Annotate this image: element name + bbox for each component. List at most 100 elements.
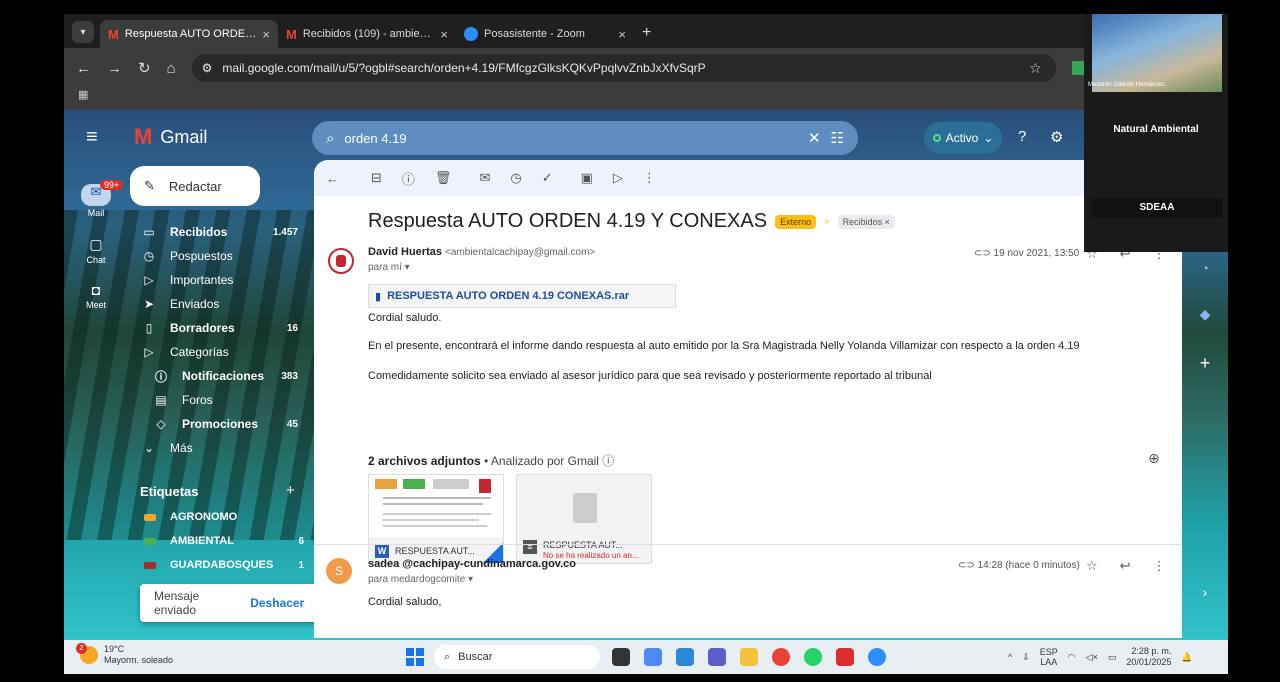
show-hidden-icons[interactable]: ^ — [1008, 652, 1012, 662]
tab-search-button[interactable]: ▾ — [72, 21, 94, 43]
back-icon[interactable]: ← — [76, 60, 91, 77]
status-button[interactable]: Activo ⌄ — [924, 122, 1002, 154]
archive-icon[interactable]: ⊟ — [371, 170, 382, 186]
close-tab-icon[interactable]: × — [440, 27, 448, 42]
keep-icon[interactable]: ◆ — [1200, 306, 1211, 323]
rail-mail[interactable]: ✉ 99+ Mail — [76, 180, 124, 218]
clock[interactable]: 2:28 p. m. 20/01/2025 — [1126, 646, 1171, 668]
more-options-icon[interactable]: ⋮ — [643, 170, 656, 186]
new-tab-button[interactable]: + — [642, 24, 651, 42]
move-to-icon[interactable]: ▣ — [581, 170, 593, 186]
rail-chat[interactable]: ▢ Chat — [76, 236, 116, 265]
label-ambiental[interactable]: AMBIENTAL 6 — [144, 530, 304, 552]
browser-tab-3[interactable]: Posasistente - Zoom × — [456, 20, 634, 48]
forward-icon[interactable]: → — [107, 60, 122, 77]
apps-grid-icon[interactable]: ▦ — [78, 89, 88, 101]
outlook-icon[interactable] — [676, 648, 694, 666]
notification-bell-icon[interactable]: 🔔 — [1181, 652, 1192, 662]
url-field[interactable]: ⚙ mail.google.com/mail/u/5/?ogbl#search/… — [191, 54, 1056, 82]
whatsapp-icon[interactable] — [804, 648, 822, 666]
teams-icon[interactable] — [708, 648, 726, 666]
wifi-icon[interactable]: ◠ — [1068, 652, 1076, 662]
nav-item-importantes[interactable]: ▷ Importantes — [134, 268, 304, 292]
star-icon[interactable]: ☆ — [1086, 558, 1098, 574]
back-arrow-icon[interactable]: ← — [326, 171, 339, 186]
help-icon[interactable]: ? — [1018, 128, 1026, 145]
nav-item-pospuestos[interactable]: ◷ Pospuestos — [134, 244, 304, 268]
more-vert-icon[interactable]: ⋮ — [1153, 558, 1166, 574]
taskbar-search[interactable]: ⌕ Buscar — [434, 645, 600, 669]
label-agronomo[interactable]: AGRONOMO — [144, 506, 304, 528]
search-input[interactable]: orden 4.19 — [344, 131, 798, 146]
sender-avatar-s: S — [326, 558, 352, 584]
search-icon: ⌕ — [444, 650, 451, 663]
label-guardabosques[interactable]: GUARDABOSQUES 1 — [144, 554, 304, 576]
attachment-card-2[interactable]: ≡ RESPUESTA AUT... No se ha realizado un… — [516, 474, 652, 564]
folder-icon[interactable] — [740, 648, 758, 666]
compose-button[interactable]: ✎ Redactar — [130, 166, 260, 206]
sender-name[interactable]: David Huertas — [368, 246, 442, 258]
nav-item-mas[interactable]: ⌄ Más — [134, 436, 304, 460]
participant-org: Natural Ambiental — [1113, 124, 1199, 135]
nav-item-categorias[interactable]: ▷ Categorías — [134, 340, 304, 364]
label-icon[interactable]: ▷ — [613, 170, 623, 186]
attachment-card-1[interactable]: W RESPUESTA AUT... — [368, 474, 504, 564]
date-text: 14:28 (hace 0 minutos) — [977, 560, 1080, 571]
acrobat-icon[interactable] — [836, 648, 854, 666]
gmail-logo[interactable]: M Gmail — [134, 124, 207, 150]
battery-icon[interactable]: ▭ — [1108, 652, 1117, 662]
add-addon-icon[interactable]: + — [1200, 353, 1211, 374]
add-label-icon[interactable]: + — [286, 482, 295, 499]
close-tab-icon[interactable]: × — [618, 27, 626, 42]
close-tab-icon[interactable]: × — [262, 27, 270, 42]
expand-panel-icon[interactable]: › — [1203, 584, 1208, 600]
recipient-dropdown[interactable]: para medardogcomite ▾ — [368, 574, 473, 585]
important-marker-icon[interactable]: » — [824, 216, 830, 227]
main-menu-icon[interactable]: ≡ — [86, 126, 98, 149]
usb-icon[interactable]: ⇩ — [1022, 652, 1030, 662]
weather-widget[interactable]: 2 19°C Mayorm. soleado — [76, 643, 173, 666]
recipient-dropdown[interactable]: para mí ▾ — [368, 262, 410, 273]
add-task-icon[interactable]: ✓ — [542, 170, 553, 186]
inbox-tag[interactable]: Recibidos × — [837, 214, 895, 229]
reading-pane: ← ⊟ ⓘ 🗑 ✉ ◷ ✓ ▣ ▷ ⋮ Respuesta AUTO ORDEN… — [314, 160, 1182, 638]
mail-badge: 99+ — [100, 180, 124, 190]
home-icon[interactable]: ⌂ — [167, 60, 176, 77]
undo-button[interactable]: Deshacer — [250, 596, 304, 610]
site-settings-icon[interactable]: ⚙ — [202, 61, 213, 75]
nav-item-recibidos[interactable]: ▭ Recibidos 1.457 — [134, 220, 304, 244]
nav-item-enviados[interactable]: ➤ Enviados — [134, 292, 304, 316]
chrome-icon[interactable] — [772, 648, 790, 666]
task-view-icon[interactable] — [612, 648, 630, 666]
mark-unread-icon[interactable]: ✉ — [479, 170, 490, 186]
snooze-icon[interactable]: ◷ — [510, 170, 521, 186]
settings-gear-icon[interactable]: ⚙ — [1050, 128, 1063, 146]
rail-meet[interactable]: ◘ Meet — [76, 282, 116, 310]
clear-search-icon[interactable]: ✕ — [808, 129, 821, 147]
nav-item-promociones[interactable]: ◇ Promociones 45 — [134, 412, 304, 436]
attachment-link[interactable]: ▮ RESPUESTA AUTO ORDEN 4.19 CONEXAS.rar — [368, 284, 676, 308]
file-explorer-icon[interactable] — [644, 648, 662, 666]
sender-name[interactable]: sadea @cachipay-cundinamarca.gov.co — [368, 558, 576, 570]
search-bar[interactable]: ⌕ orden 4.19 ✕ ☷ — [312, 121, 858, 155]
tab-title: Respuesta AUTO ORDEN 4.19 Y — [124, 28, 257, 40]
nav-item-foros[interactable]: ▤ Foros — [134, 388, 304, 412]
language-indicator[interactable]: ESP LAA — [1040, 647, 1058, 667]
bookmark-star-icon[interactable]: ☆ — [1029, 60, 1042, 77]
reply-icon[interactable]: ↩ — [1120, 558, 1131, 574]
nav-item-borradores[interactable]: ▯ Borradores 16 — [134, 316, 304, 340]
report-spam-icon[interactable]: ⓘ — [402, 169, 415, 188]
search-icon[interactable]: ⌕ — [326, 130, 334, 147]
nav-item-notificaciones[interactable]: ⓘ Notificaciones 383 — [134, 364, 304, 388]
windows-start-icon[interactable] — [406, 648, 424, 666]
volume-icon[interactable]: ◁× — [1086, 652, 1098, 662]
delete-icon[interactable]: 🗑 — [435, 170, 452, 186]
browser-tab-2[interactable]: M Recibidos (109) - ambientallina × — [278, 20, 456, 48]
reload-icon[interactable]: ↻ — [138, 59, 151, 77]
search-options-icon[interactable]: ☷ — [831, 129, 844, 147]
zoom-app-icon[interactable] — [868, 648, 886, 666]
taskbar-apps — [612, 648, 886, 666]
calendar-icon[interactable]: ◔ — [1201, 260, 1209, 276]
add-to-drive-icon[interactable]: ⊕ — [1148, 450, 1160, 467]
browser-tab-1[interactable]: M Respuesta AUTO ORDEN 4.19 Y × — [100, 20, 278, 48]
